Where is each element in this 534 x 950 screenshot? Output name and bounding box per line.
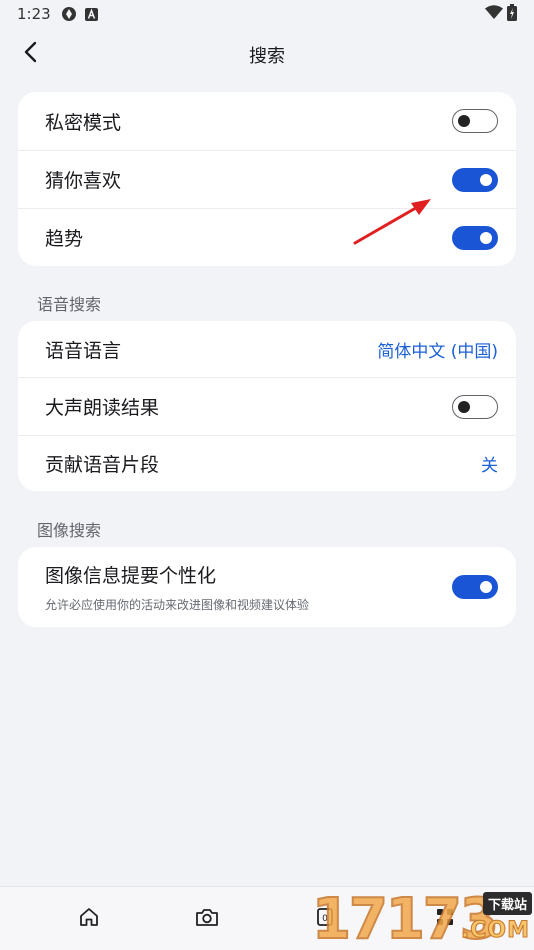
personalization-label: 图像信息提要个性化 <box>45 565 217 587</box>
contribute-clips-row[interactable]: 贡献语音片段 关 <box>18 435 516 491</box>
toggle-knob <box>480 581 492 593</box>
personalization-toggle[interactable] <box>452 575 498 599</box>
page-title: 搜索 <box>249 46 285 67</box>
image-search-card: 图像信息提要个性化 允许必应使用你的活动来改进图像和视频建议体验 <box>18 547 516 627</box>
read-aloud-toggle[interactable] <box>452 394 498 419</box>
private-mode-toggle[interactable] <box>452 109 498 133</box>
camera-icon <box>195 906 219 932</box>
personalization-row[interactable]: 图像信息提要个性化 允许必应使用你的活动来改进图像和视频建议体验 <box>18 547 516 627</box>
guess-you-like-label: 猜你喜欢 <box>45 170 122 192</box>
voice-language-row[interactable]: 语音语言 简体中文 (中国) <box>18 321 516 377</box>
font-a-icon <box>84 7 98 21</box>
trending-toggle[interactable] <box>452 225 498 250</box>
guess-you-like-row[interactable]: 猜你喜欢 <box>18 150 516 208</box>
voice-language-label: 语音语言 <box>45 339 122 362</box>
camera-button[interactable] <box>191 905 223 933</box>
private-mode-row[interactable]: 私密模式 <box>18 92 516 150</box>
voice-language-value: 简体中文 (中国) <box>377 341 498 362</box>
guess-you-like-toggle[interactable] <box>452 167 498 192</box>
status-time: 1:23 <box>17 5 51 23</box>
toggle-knob <box>458 115 470 127</box>
toggle-knob <box>480 173 492 186</box>
personalization-description: 允许必应使用你的活动来改进图像和视频建议体验 <box>45 598 310 612</box>
contribute-clips-value: 关 <box>481 456 498 476</box>
sync-icon <box>61 6 77 22</box>
status-bar: 1:23 <box>0 0 534 28</box>
toggle-knob <box>458 400 470 413</box>
app-bar: 搜索 <box>0 28 534 80</box>
contribute-clips-label: 贡献语音片段 <box>45 454 160 476</box>
image-search-section-title: 图像搜索 <box>37 521 102 540</box>
private-mode-label: 私密模式 <box>45 111 122 134</box>
watermark-domain: .COM <box>460 918 530 944</box>
wifi-icon <box>485 4 503 24</box>
battery-icon <box>507 3 517 25</box>
annotation-arrow-icon <box>353 199 431 245</box>
home-button[interactable] <box>73 905 105 933</box>
read-aloud-label: 大声朗读结果 <box>45 397 160 419</box>
voice-search-section-title: 语音搜索 <box>37 295 102 314</box>
home-icon <box>78 906 100 932</box>
search-settings-card: 私密模式 猜你喜欢 趋势 <box>18 92 516 266</box>
watermark-logo: 17173 下载站 .COM <box>311 888 534 950</box>
watermark-badge: 下载站 <box>482 892 532 915</box>
voice-search-card: 语音语言 简体中文 (中国) 大声朗读结果 贡献语音片段 关 <box>18 321 516 491</box>
trending-row[interactable]: 趋势 <box>18 208 516 266</box>
personalization-text: 图像信息提要个性化 允许必应使用你的活动来改进图像和视频建议体验 <box>45 561 452 613</box>
read-aloud-row[interactable]: 大声朗读结果 <box>18 377 516 435</box>
toggle-knob <box>480 231 492 244</box>
